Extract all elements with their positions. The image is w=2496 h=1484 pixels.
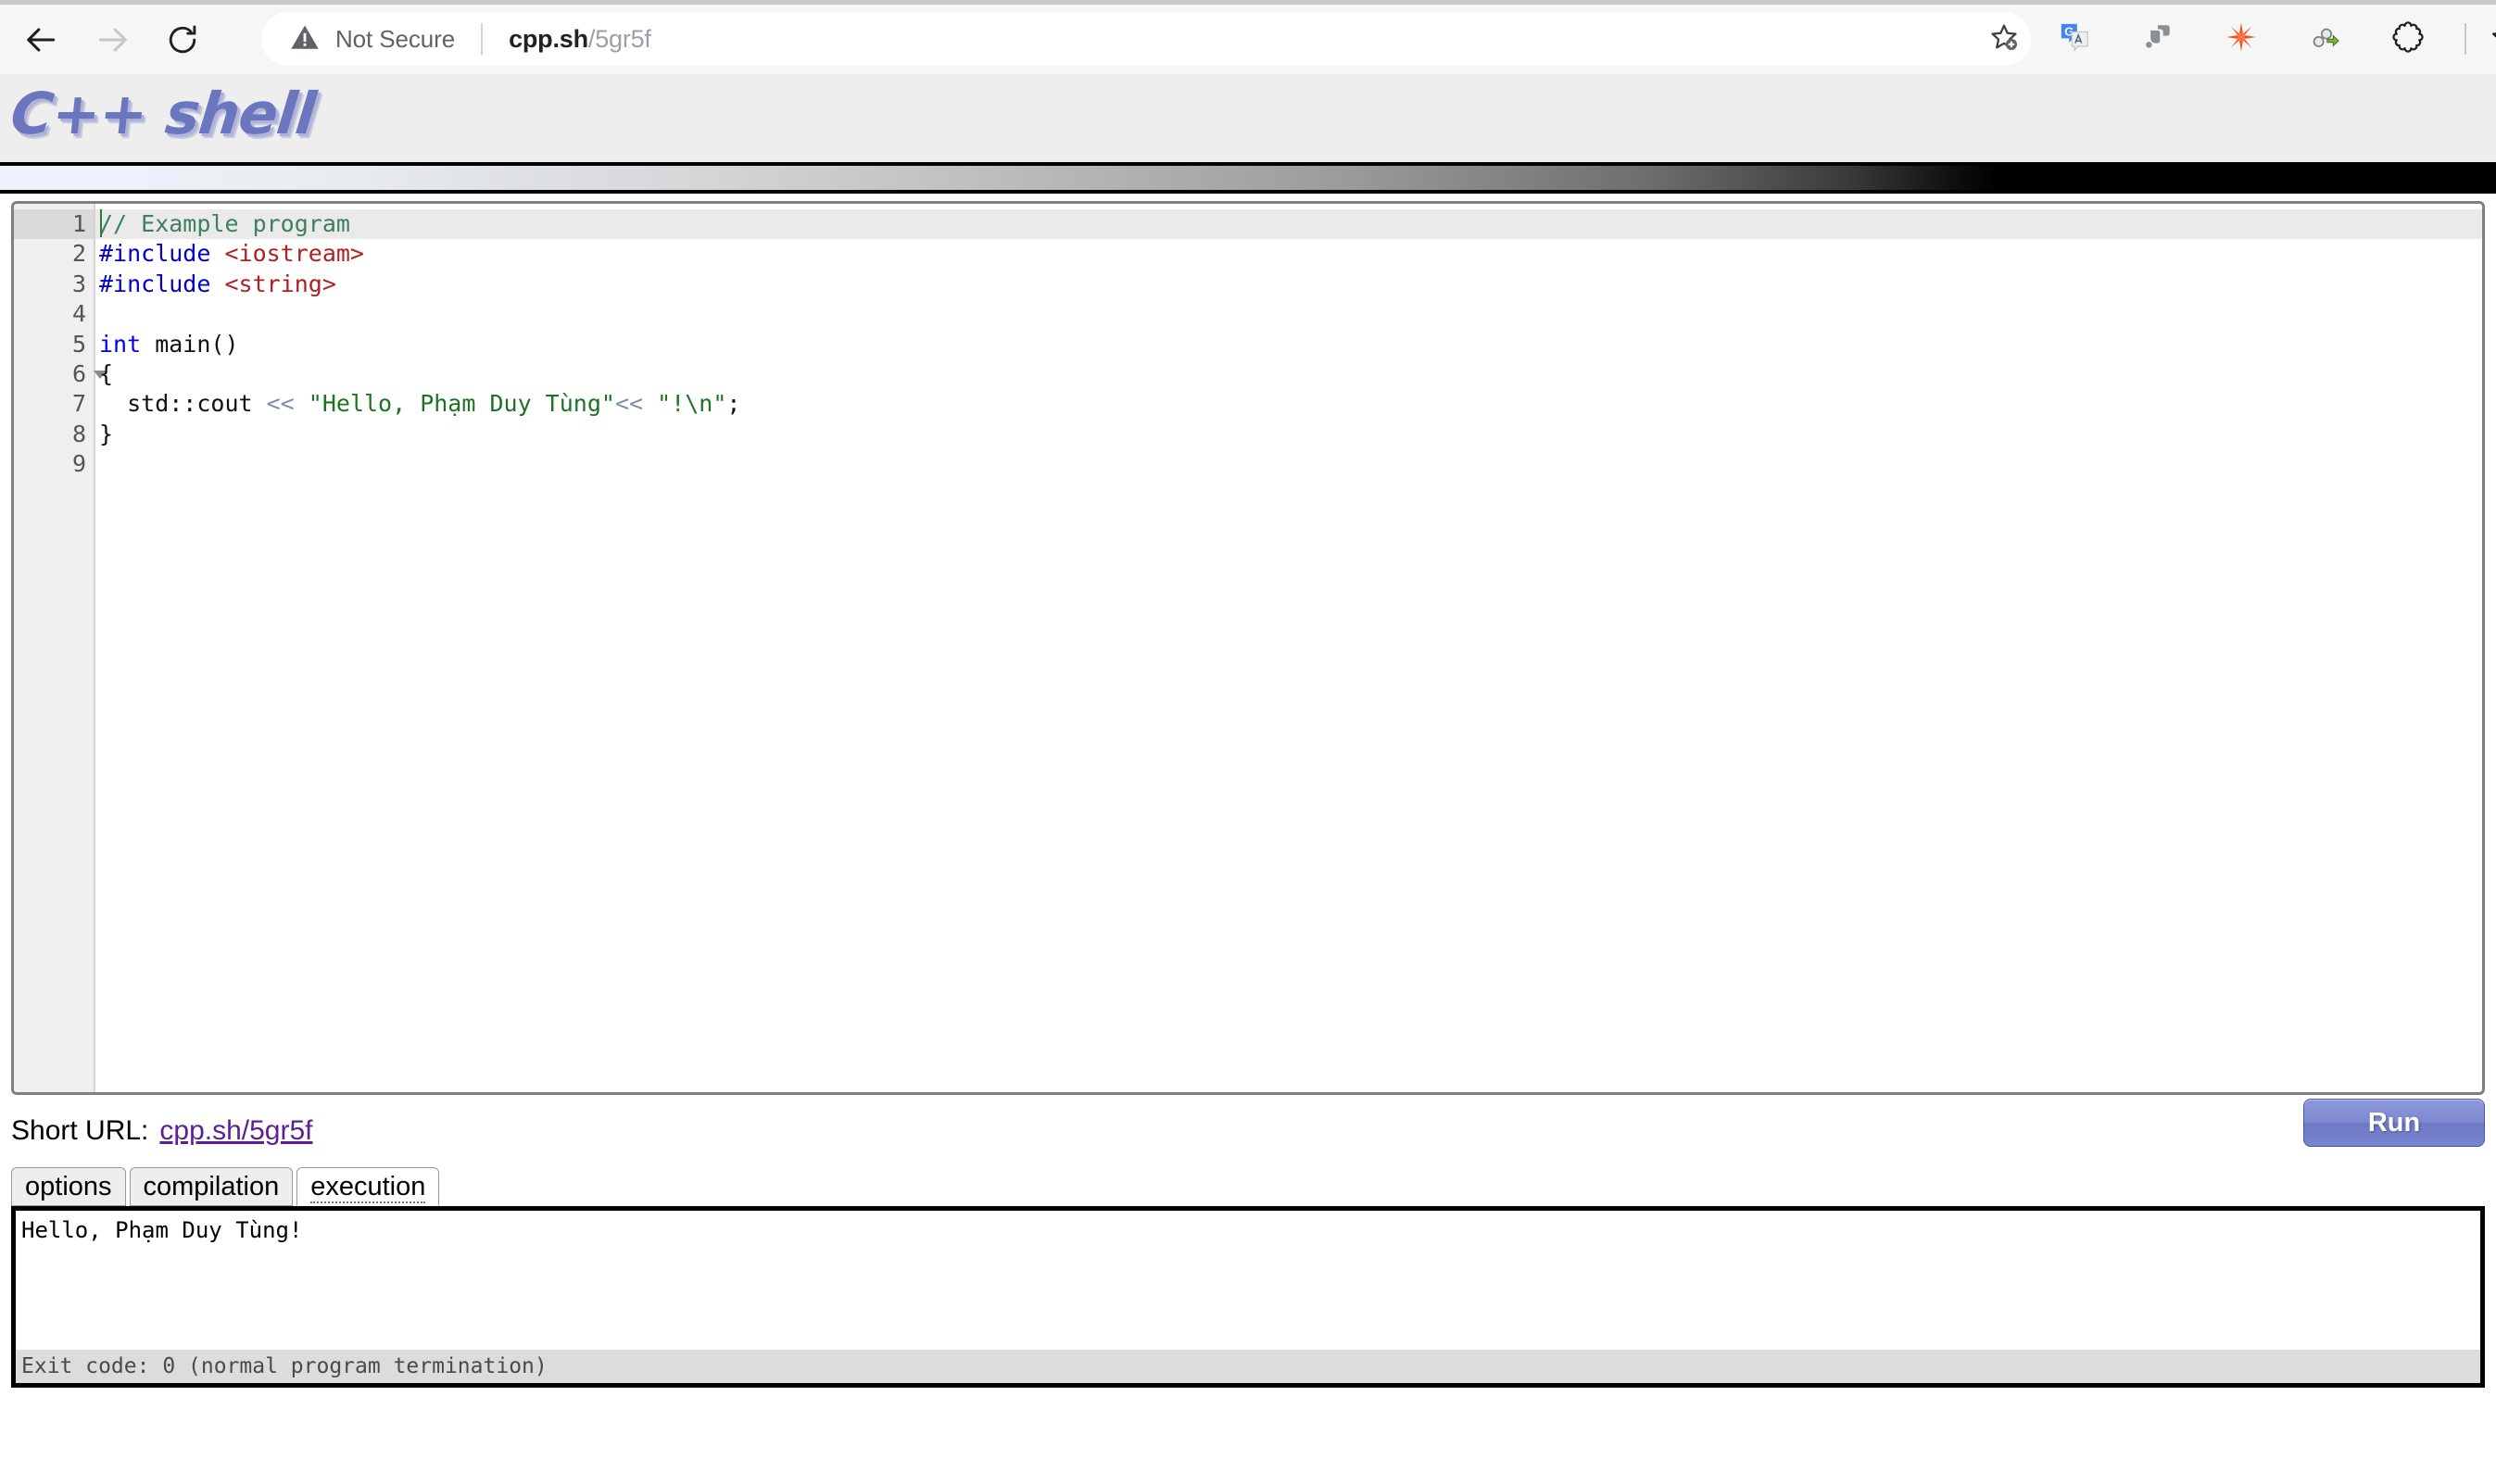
- line-number-5: 5: [14, 330, 94, 359]
- text-caret: [100, 209, 102, 237]
- not-secure-label: Not Secure: [335, 24, 456, 53]
- code-line-1: // Example program: [95, 209, 2482, 240]
- code-token: main(): [141, 330, 239, 358]
- collections-star-icon: [2492, 21, 2496, 57]
- code-token: "Hello, Phạm Duy Tùng": [308, 390, 615, 418]
- line-number-label: 2: [71, 240, 86, 268]
- code-token: int: [99, 330, 142, 358]
- line-number-1: 1: [14, 209, 94, 240]
- result-tabs: options compilation execution: [11, 1167, 2496, 1206]
- code-token: ;: [726, 390, 741, 418]
- code-token: #include: [99, 270, 225, 297]
- short-url-label: Short URL:: [11, 1115, 149, 1146]
- code-token: }: [99, 420, 114, 447]
- reload-icon: [166, 23, 199, 57]
- code-text-area[interactable]: // Example program #include <iostream> #in…: [95, 204, 2482, 1092]
- code-token: // Example program: [99, 210, 350, 237]
- line-number-4: 4: [14, 299, 94, 329]
- star-plus-icon: [1988, 21, 2020, 57]
- extension-toolbar: G: [2048, 12, 2496, 66]
- google-translate-icon: G: [2059, 21, 2090, 57]
- puzzle-gray-icon: [2142, 21, 2174, 57]
- line-number-3: 3: [14, 270, 94, 299]
- bookmark-button[interactable]: [1977, 12, 2031, 66]
- code-token: #include: [99, 240, 225, 268]
- line-number-label: 8: [71, 420, 86, 447]
- short-url-link[interactable]: cpp.sh/5gr5f: [159, 1115, 312, 1147]
- line-number-label: 1: [71, 210, 86, 237]
- line-number-gutter: 1 23 456 78 9: [14, 204, 107, 1092]
- code-token: <iostream>: [224, 240, 364, 268]
- tab-label: options: [25, 1172, 112, 1201]
- tab-label: execution: [310, 1172, 426, 1201]
- output-panel[interactable]: Hello, Phạm Duy Tùng! Exit code: 0 (norm…: [11, 1206, 2485, 1388]
- forward-arrow-icon: [95, 22, 130, 57]
- url-host: cpp.sh: [509, 24, 588, 53]
- code-line-2: #include <iostream>: [95, 239, 2482, 269]
- url-display[interactable]: cpp.sh/5gr5f: [509, 25, 651, 54]
- extension-link-share-button[interactable]: [2298, 12, 2351, 66]
- code-line-5: int main(): [95, 330, 2482, 359]
- orange-starburst-icon: [2225, 21, 2257, 57]
- line-number-label: 9: [71, 450, 86, 478]
- code-token: {: [99, 359, 114, 387]
- line-number-label: 4: [71, 300, 86, 328]
- browser-chrome: Not Secure cpp.sh/5gr5f G: [0, 0, 2496, 74]
- tab-focus-underline: [310, 1201, 426, 1203]
- site-header: C++ shell: [0, 74, 2496, 162]
- tab-label: compilation: [143, 1172, 280, 1201]
- site-logo: C++ shell: [7, 80, 319, 147]
- reload-button[interactable]: [154, 11, 211, 69]
- back-button[interactable]: [13, 11, 70, 69]
- extensions-puzzle-icon: [2392, 20, 2424, 57]
- code-token: <<: [614, 390, 644, 418]
- code-token: <<: [266, 390, 295, 418]
- run-button[interactable]: Run: [2303, 1099, 2485, 1147]
- code-line-7: std::cout << "Hello, Phạm Duy Tùng"<< "!…: [95, 389, 2482, 419]
- browser-toolbar: Not Secure cpp.sh/5gr5f G: [0, 5, 2496, 74]
- omnibox-divider: [481, 23, 484, 55]
- line-number-label: 6: [71, 359, 86, 387]
- line-number-2: 2: [14, 239, 94, 269]
- header-gradient-band: [0, 162, 2496, 194]
- line-number-label: 5: [71, 330, 86, 358]
- tab-options[interactable]: options: [11, 1167, 126, 1206]
- code-token: std::cout: [99, 390, 267, 418]
- code-line-3: #include <string>: [95, 270, 2482, 299]
- line-number-label: 3: [71, 270, 86, 297]
- code-editor[interactable]: 123456789 // Example program #include <io…: [11, 201, 2485, 1095]
- url-path: /5gr5f: [587, 24, 651, 53]
- code-line-6: {: [95, 359, 2482, 389]
- line-number-6: 6: [14, 359, 107, 389]
- line-number-label: 7: [71, 390, 86, 418]
- exit-status-bar: Exit code: 0 (normal program termination…: [16, 1350, 2480, 1383]
- code-token: <string>: [224, 270, 336, 297]
- line-number-8: 8: [14, 420, 94, 449]
- code-token: "!\n": [657, 390, 727, 418]
- extension-puzzle-gray-button[interactable]: [2131, 12, 2185, 66]
- security-indicator[interactable]: Not Secure: [289, 21, 455, 57]
- gradient-bar: [0, 166, 2496, 190]
- link-share-icon: [2309, 21, 2340, 57]
- line-number-9: 9: [14, 449, 94, 479]
- collections-button[interactable]: [2481, 12, 2496, 66]
- toolbar-divider: [2464, 23, 2466, 55]
- short-url-row: Short URL: cpp.sh/5gr5f Run: [0, 1099, 2496, 1158]
- back-arrow-icon: [24, 22, 59, 57]
- code-line-8: }: [95, 420, 2482, 449]
- line-number-7: 7: [14, 389, 94, 419]
- tab-execution[interactable]: execution: [296, 1167, 440, 1206]
- extension-starburst-button[interactable]: [2214, 12, 2268, 66]
- program-output: Hello, Phạm Duy Tùng!: [21, 1217, 303, 1243]
- forward-button[interactable]: [83, 11, 141, 69]
- extension-google-translate-button[interactable]: G: [2048, 12, 2101, 66]
- extensions-menu-button[interactable]: [2381, 12, 2435, 66]
- address-bar[interactable]: Not Secure cpp.sh/5gr5f: [261, 12, 2031, 66]
- warning-triangle-icon: [289, 21, 321, 57]
- tab-compilation[interactable]: compilation: [129, 1167, 294, 1206]
